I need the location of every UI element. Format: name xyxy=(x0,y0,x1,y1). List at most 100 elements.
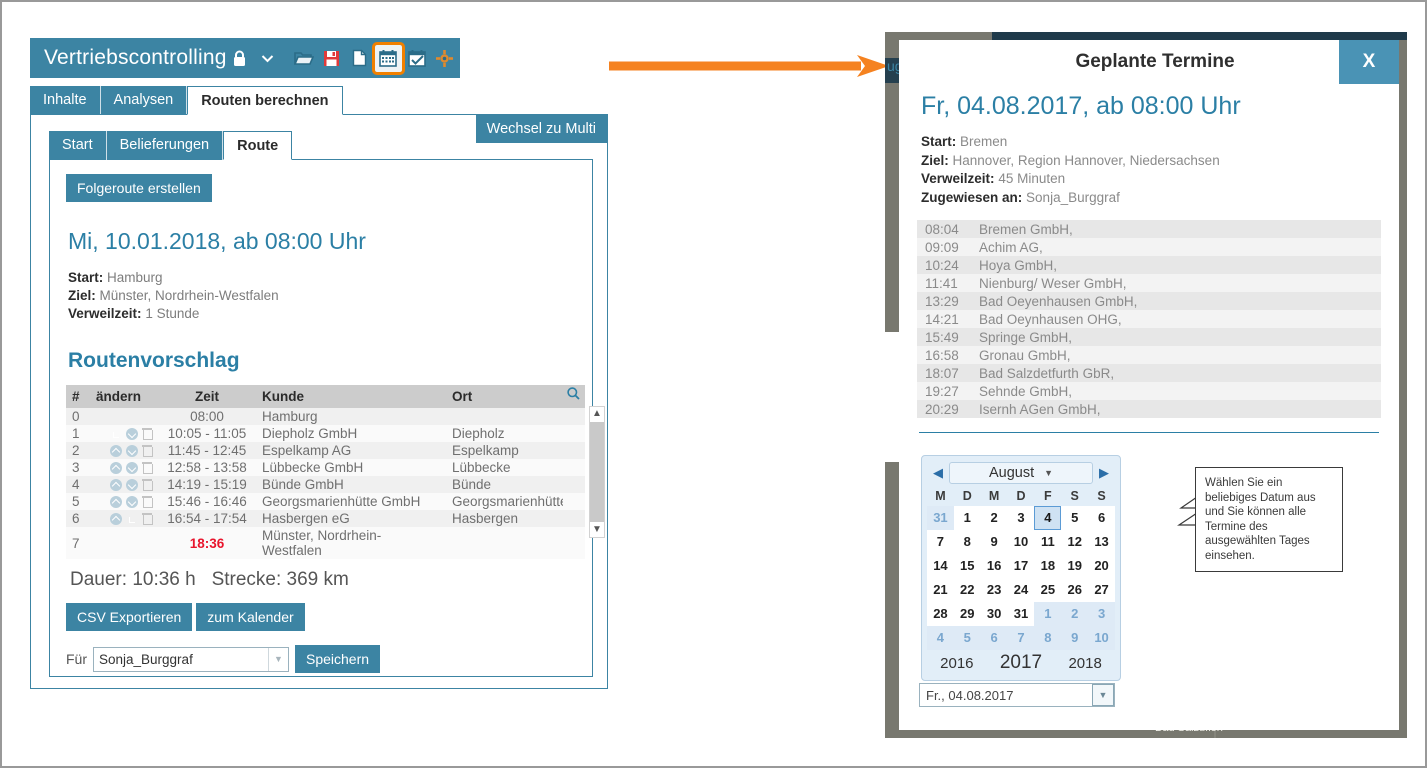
move-up-icon[interactable] xyxy=(110,444,122,457)
move-down-icon[interactable] xyxy=(126,478,138,491)
calendar-day[interactable]: 21 xyxy=(927,578,954,602)
calendar-day[interactable]: 6 xyxy=(1088,506,1115,530)
delete-icon[interactable] xyxy=(142,445,153,457)
open-folder-icon[interactable] xyxy=(291,44,317,72)
calendar-day[interactable]: 27 xyxy=(1088,578,1115,602)
route-table-scrollbar[interactable]: ▲ ▼ xyxy=(589,406,605,538)
delete-icon[interactable] xyxy=(142,513,153,525)
table-row[interactable]: 4 14:19 - 15:19 Bünde GmbH Bünde xyxy=(66,476,585,493)
calendar-day[interactable]: 14 xyxy=(927,554,954,578)
gear-icon[interactable] xyxy=(432,44,458,72)
move-up-icon[interactable] xyxy=(110,461,122,474)
list-item[interactable]: 15:49 Springe GmbH, xyxy=(917,328,1381,346)
table-row[interactable]: 1 10:05 - 11:05 Diepholz GmbH Diepholz xyxy=(66,425,585,442)
move-down-icon[interactable] xyxy=(126,444,138,457)
calendar-icon[interactable] xyxy=(371,41,405,75)
chevron-left-icon[interactable]: ◀ xyxy=(927,465,949,481)
calendar-day[interactable]: 17 xyxy=(1007,554,1035,578)
calendar-day[interactable]: 26 xyxy=(1061,578,1089,602)
calendar-day[interactable]: 23 xyxy=(980,578,1008,602)
close-button[interactable]: X xyxy=(1339,40,1399,84)
move-up-icon[interactable] xyxy=(110,512,122,525)
col-header-kunde[interactable]: Kunde xyxy=(256,385,446,408)
scrollbar-thumb[interactable] xyxy=(590,422,604,522)
chevron-down-icon[interactable]: ▼ xyxy=(1044,468,1053,478)
list-item[interactable]: 13:29 Bad Oeyenhausen GmbH, xyxy=(917,292,1381,310)
col-header-ort[interactable]: Ort xyxy=(446,385,563,408)
calendar-day[interactable]: 10 xyxy=(1088,626,1115,650)
calendar-day[interactable]: 10 xyxy=(1007,530,1035,554)
calendar-day[interactable]: 12 xyxy=(1061,530,1089,554)
list-item[interactable]: 19:27 Sehnde GmbH, xyxy=(917,382,1381,400)
speichern-button[interactable]: Speichern xyxy=(295,645,381,673)
calendar-year-current[interactable]: 2017 xyxy=(1000,652,1042,674)
calendar-day[interactable]: 30 xyxy=(980,602,1008,626)
table-row[interactable]: 7 18:36 Münster, Nordrhein-Westfalen xyxy=(66,527,585,559)
move-down-icon[interactable] xyxy=(126,427,138,440)
calendar-day[interactable]: 5 xyxy=(1061,506,1089,530)
move-up-icon[interactable] xyxy=(110,478,122,491)
folgeroute-erstellen-button[interactable]: Folgeroute erstellen xyxy=(66,174,212,202)
new-page-icon[interactable] xyxy=(347,44,373,72)
calendar-day[interactable]: 15 xyxy=(953,554,981,578)
tab-analysen[interactable]: Analysen xyxy=(100,86,188,115)
tab-start[interactable]: Start xyxy=(49,131,107,160)
assignee-select[interactable]: Sonja_Burggraf ▼ xyxy=(93,646,289,672)
calendar-day[interactable]: 1 xyxy=(1034,602,1062,626)
lock-icon[interactable] xyxy=(227,44,253,72)
chevron-down-icon[interactable] xyxy=(255,44,281,72)
list-item[interactable]: 20:29 Isernh AGen GmbH, xyxy=(917,400,1381,418)
delete-icon[interactable] xyxy=(142,479,153,491)
list-item[interactable]: 11:41 Nienburg/ Weser GmbH, xyxy=(917,274,1381,292)
calendar-day[interactable]: 16 xyxy=(980,554,1008,578)
calendar-year[interactable]: 2018 xyxy=(1068,655,1101,672)
calendar-day[interactable]: 11 xyxy=(1034,530,1062,554)
calendar-day[interactable]: 4 xyxy=(927,626,954,650)
calendar-day[interactable]: 24 xyxy=(1007,578,1035,602)
calendar-day[interactable]: 22 xyxy=(953,578,981,602)
delete-icon[interactable] xyxy=(142,496,153,508)
calendar-day[interactable]: 31 xyxy=(927,506,954,530)
save-disk-icon[interactable] xyxy=(319,44,345,72)
move-down-icon[interactable] xyxy=(126,461,138,474)
table-row[interactable]: 6 16:54 - 17:54 Hasbergen eG Hasbergen xyxy=(66,510,585,527)
list-item[interactable]: 09:09 Achim AG, xyxy=(917,238,1381,256)
tab-route[interactable]: Route xyxy=(223,131,293,160)
calendar-day[interactable]: 20 xyxy=(1088,554,1115,578)
calendar-day[interactable]: 5 xyxy=(953,626,981,650)
search-icon[interactable] xyxy=(567,387,580,403)
list-item[interactable]: 08:04 Bremen GmbH, xyxy=(917,220,1381,238)
table-row[interactable]: 3 12:58 - 13:58 Lübbecke GmbH Lübbecke xyxy=(66,459,585,476)
calendar-day[interactable]: 13 xyxy=(1088,530,1115,554)
calendar-day[interactable]: 3 xyxy=(1088,602,1115,626)
move-down-icon[interactable] xyxy=(126,495,138,508)
calendar-day[interactable]: 1 xyxy=(953,506,981,530)
table-row[interactable]: 0 08:00 Hamburg xyxy=(66,408,585,425)
scroll-down-icon[interactable]: ▼ xyxy=(592,523,602,537)
list-item[interactable]: 14:21 Bad Oeynhausen OHG, xyxy=(917,310,1381,328)
calendar-day[interactable]: 25 xyxy=(1034,578,1062,602)
calendar-day[interactable]: 19 xyxy=(1061,554,1089,578)
chevron-right-icon[interactable]: ▶ xyxy=(1093,465,1115,481)
calendar-day[interactable]: 2 xyxy=(980,506,1008,530)
calendar-check-icon[interactable] xyxy=(404,44,430,72)
list-item[interactable]: 18:07 Bad Salzdetfurth GbR, xyxy=(917,364,1381,382)
month-dropdown[interactable]: August ▼ xyxy=(949,462,1093,484)
calendar-day[interactable]: 6 xyxy=(980,626,1008,650)
table-row[interactable]: 2 11:45 - 12:45 Espelkamp AG Espelkamp xyxy=(66,442,585,459)
col-header-num[interactable]: # xyxy=(66,385,90,408)
list-item[interactable]: 10:24 Hoya GmbH, xyxy=(917,256,1381,274)
date-input[interactable]: Fr., 04.08.2017 ▼ xyxy=(919,683,1115,707)
tab-belieferungen[interactable]: Belieferungen xyxy=(106,131,224,160)
calendar-day[interactable]: 28 xyxy=(927,602,954,626)
calendar-day[interactable]: 8 xyxy=(1034,626,1062,650)
scroll-up-icon[interactable]: ▲ xyxy=(592,407,602,421)
zum-kalender-button[interactable]: zum Kalender xyxy=(196,603,305,631)
csv-export-button[interactable]: CSV Exportieren xyxy=(66,603,193,631)
calendar-day[interactable]: 7 xyxy=(1007,626,1035,650)
calendar-day[interactable]: 3 xyxy=(1007,506,1035,530)
col-header-search[interactable] xyxy=(563,385,585,408)
calendar-day[interactable]: 8 xyxy=(953,530,981,554)
calendar-day[interactable]: 18 xyxy=(1034,554,1062,578)
chevron-down-icon[interactable]: ▼ xyxy=(268,647,288,671)
